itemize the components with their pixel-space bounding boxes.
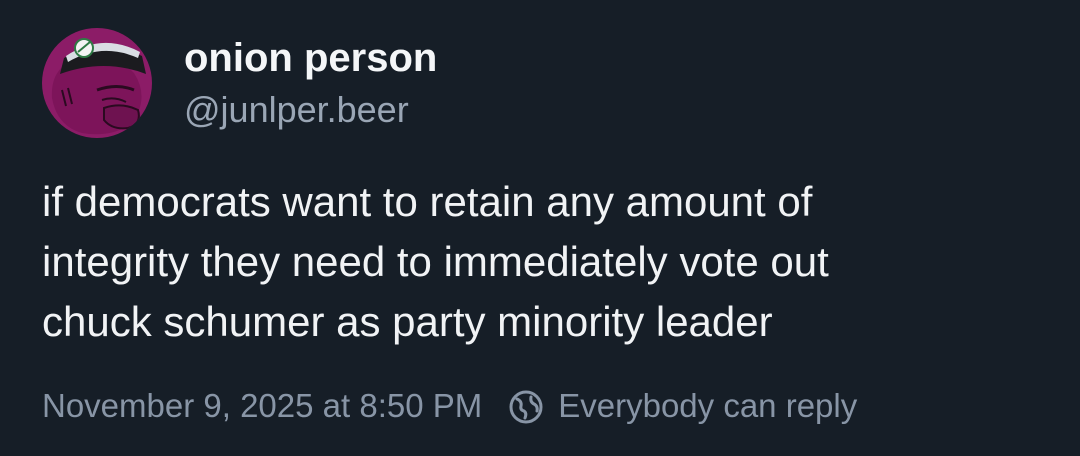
post-timestamp[interactable]: November 9, 2025 at 8:50 PM <box>42 380 482 432</box>
post-text: if democrats want to retain any amount o… <box>42 178 829 345</box>
post-header: onion person @junlper.beer <box>42 28 437 138</box>
reply-setting-label: Everybody can reply <box>558 387 858 424</box>
avatar-image <box>42 28 152 138</box>
author-names: onion person @junlper.beer <box>184 34 437 132</box>
globe-earth-icon <box>508 388 544 424</box>
reply-setting[interactable]: Everybody can reply <box>508 380 857 432</box>
author-display-name[interactable]: onion person <box>184 34 437 82</box>
author-handle[interactable]: @junlper.beer <box>184 88 437 132</box>
post-card: onion person @junlper.beer if democrats … <box>0 0 1080 456</box>
post-meta: November 9, 2025 at 8:50 PM Everybody ca… <box>42 380 857 432</box>
avatar[interactable] <box>42 28 152 138</box>
